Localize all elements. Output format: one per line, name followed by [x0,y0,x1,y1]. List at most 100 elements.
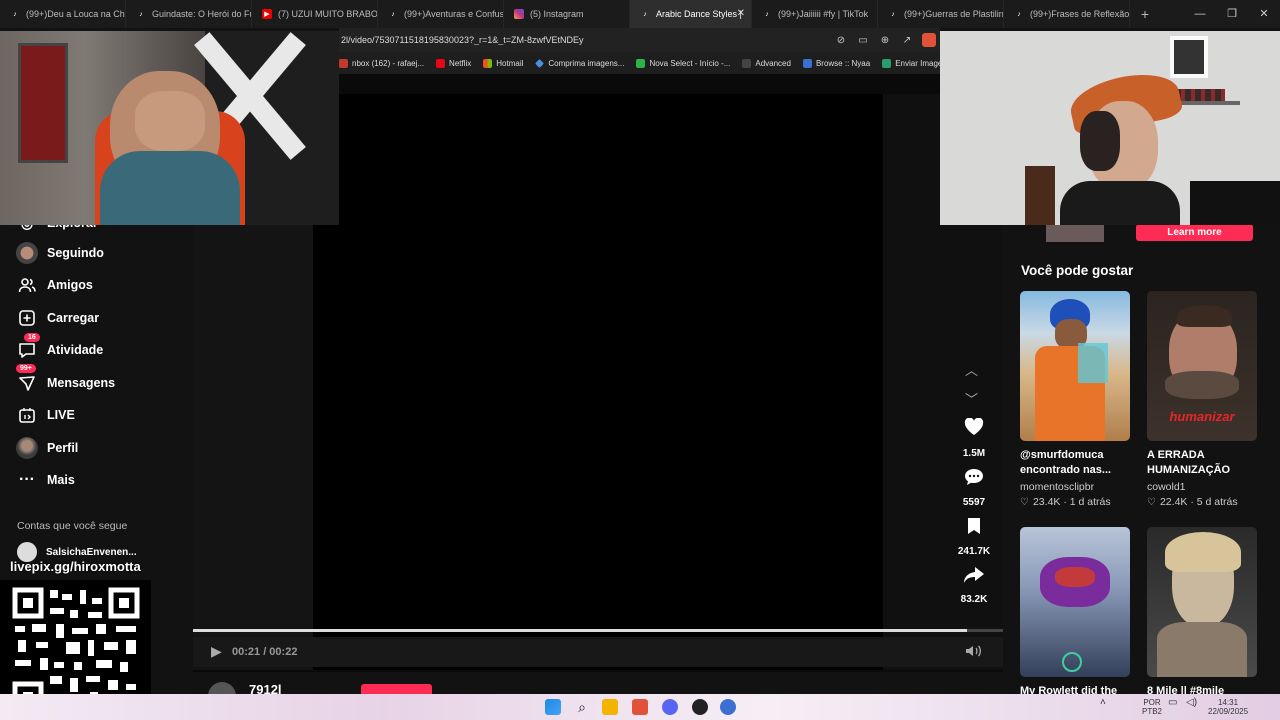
recommendation-card[interactable]: @smurfdomuca encontrado nas... momentosc… [1020,291,1130,508]
recommendation-card[interactable]: humanizar A ERRADA HUMANIZAÇÃO DE... cow… [1147,291,1257,508]
brave-browser-icon[interactable] [632,699,648,715]
card-meta: ♡ 22.4K · 5 d atrás [1147,496,1257,508]
tab-7[interactable]: ♪ (99+)Guerras de Plastilina [878,0,1004,28]
nav-more[interactable]: ··· Mais [16,469,75,491]
card-meta: ♡ 23.4K · 1 d atrás [1020,496,1130,508]
share-icon[interactable]: ↗ [896,35,918,46]
heart-svg [964,417,984,435]
video-frame[interactable] [313,94,883,670]
tab-8[interactable]: ♪ (99+)Frases de Reflexão e [1004,0,1130,28]
tab-6[interactable]: ♪ (99+)Jaiiiiii #fy | TikTok [752,0,878,28]
learn-more-button[interactable]: Learn more [1136,224,1253,241]
nav-label: Atividade [47,343,104,357]
nav-label: Mais [47,473,75,487]
tiktok-icon: ♪ [391,10,395,18]
chevron-up-icon[interactable]: ︿ [965,360,978,379]
nav-activity[interactable]: 16 Atividade [16,333,104,361]
bookmark-label: Enviar Imagem [895,58,940,68]
nav-label: Mensagens [47,376,116,390]
tab-title: (7) UZUI MUITO BRABO KI [278,9,377,19]
share-arrow-icon[interactable] [945,566,1003,590]
no-tracking-icon[interactable]: ⊘ [830,35,852,46]
network-icon[interactable]: ▭ [1168,698,1177,708]
streamer-webcam-right [940,31,1280,225]
maximize-icon[interactable]: ❐ [1216,0,1248,28]
chevron-down-icon[interactable]: ﹀ [965,389,978,408]
discord-icon[interactable] [662,699,678,715]
windows-start-icon[interactable] [545,699,561,715]
following-avatar-icon [16,242,38,264]
play-icon[interactable]: ▶ [211,643,222,660]
activity-svg [19,343,35,358]
minimize-icon[interactable]: — [1184,0,1216,28]
nav-label: LIVE [47,408,75,422]
bookmark-item[interactable]: Advanced [742,58,791,68]
nav-friends[interactable]: Amigos [16,274,93,296]
tab-title: (99+)Guerras de Plastilina [904,9,1003,19]
tab-title: (99+)Aventuras e Confusõ [404,9,503,19]
brave-shield-icon[interactable] [922,33,936,47]
nav-live[interactable]: LIVE [16,404,75,426]
volume-icon[interactable] [965,644,983,661]
new-tab-button[interactable]: + [1130,6,1160,22]
nav-profile[interactable]: Perfil [16,437,78,459]
tab-3[interactable]: ♪ (99+)Aventuras e Confusõ [378,0,504,28]
bookmark-svg [968,518,980,534]
youtube-icon: ▶ [262,9,272,19]
recommendation-card[interactable]: 8 Mile || #8mile [1147,527,1257,714]
activity-icon: 16 [16,333,40,361]
ad-thumbnail[interactable] [1046,224,1104,242]
recommendation-card[interactable]: My Rowlett did the [1020,527,1130,714]
bookmark-item[interactable]: nbox (162) - rafaej... [339,58,424,68]
bookmark-item[interactable]: Enviar Imagem [882,58,940,68]
settings-gear-icon[interactable] [720,699,736,715]
tab-2[interactable]: ▶ (7) UZUI MUITO BRABO KI [252,0,378,28]
bookmark-icon[interactable] [945,517,1003,541]
input-language[interactable]: POR PTB2 [1142,698,1162,716]
address-bar[interactable]: 2l/video/7530711518195830023?_r=1&_t=ZM-… [339,35,830,45]
tab-title: Arabic Dance Styles | [656,9,742,19]
obs-icon[interactable] [692,699,708,715]
tab-0[interactable]: ♪ (99+)Deu a Louca na Chap [0,0,126,28]
tab-4[interactable]: (5) Instagram [504,0,630,28]
comment-icon[interactable] [945,468,1003,492]
tray-chevron-up-icon[interactable]: ˄ [1100,698,1106,708]
browser-tab-strip: ♪ (99+)Deu a Louca na Chap ♪ Guindaste: O … [0,0,1280,28]
search-icon[interactable]: ⌕ [574,699,590,715]
bookmark-item[interactable]: Nova Select - Início -... [636,58,730,68]
speaker-icon[interactable]: ◁) [1186,698,1197,708]
bookmark-item[interactable]: Browse :: Nyaa [802,58,870,68]
tiktok-icon: ♪ [1017,10,1021,18]
comment-svg [965,469,983,485]
nav-messages[interactable]: 99+ Mensagens [16,364,116,394]
livepix-link-overlay: livepix.gg/hiroxmotta [10,559,141,574]
close-window-icon[interactable]: ✕ [1248,0,1280,28]
tab-title: (5) Instagram [530,9,584,19]
video-controls: ▶ 00:21 / 00:22 [193,637,1003,667]
heart-icon[interactable] [945,417,1003,442]
activity-badge: 16 [24,333,40,342]
zoom-icon[interactable]: ⊕ [874,35,896,46]
tab-5-active[interactable]: ♪ Arabic Dance Styles | ✕ [630,0,752,28]
cast-icon[interactable]: ▭ [852,35,874,46]
friends-icon [16,274,38,296]
card-thumbnail [1147,527,1257,677]
nav-following[interactable]: Seguindo [16,242,104,264]
instagram-icon [514,9,524,19]
bookmark-item[interactable]: Comprima imagens... [535,59,624,68]
close-icon[interactable]: ✕ [737,8,745,19]
bookmark-item[interactable]: Netflix [436,58,471,68]
clock[interactable]: 14:31 22/09/2025 [1208,698,1248,716]
windows-taskbar: ⌕ ˄ POR PTB2 ▭ ◁) 14:31 22/09/2025 [0,694,1280,720]
tiktok-icon: ♪ [891,10,895,18]
clock-date: 22/09/2025 [1208,707,1249,716]
nav-label: Perfil [47,441,79,455]
friends-svg [18,278,36,293]
microsoft-icon [483,58,493,68]
nav-upload[interactable]: Carregar [16,307,99,329]
tab-1[interactable]: ♪ Guindaste: O Herói do Fut [126,0,252,28]
bookmark-item[interactable]: Hotmail [483,58,523,68]
clock-time: 14:31 [1218,698,1239,707]
video-progress-bar[interactable] [193,629,1003,632]
file-explorer-icon[interactable] [602,699,618,715]
